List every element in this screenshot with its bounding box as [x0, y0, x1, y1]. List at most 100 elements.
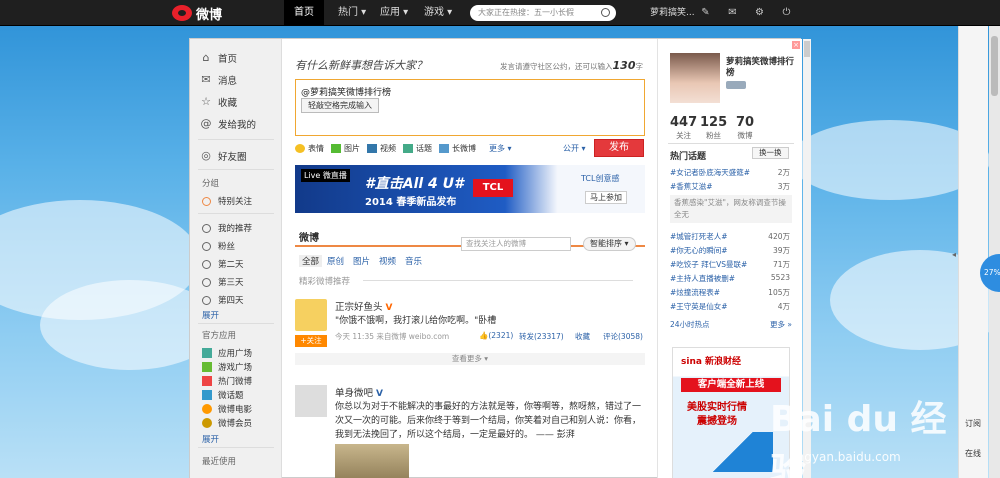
smart-sort-dropdown[interactable]: 智能排序 ▾	[583, 237, 636, 251]
group-item-day3[interactable]: 第三天	[202, 276, 244, 288]
join-button[interactable]: 马上参加	[585, 191, 627, 204]
stat-posts[interactable]: 70 微博	[736, 115, 754, 141]
search-placeholder: 大家正在热搜：五一小长假	[478, 8, 574, 17]
filter-all[interactable]: 全部	[299, 255, 323, 267]
group-item-fans[interactable]: 粉丝	[202, 240, 235, 252]
app-item-hot-weibo[interactable]: 热门微博	[202, 375, 252, 387]
expand-groups-link[interactable]: 展开	[202, 309, 219, 321]
group-item-day2[interactable]: 第二天	[202, 258, 244, 270]
topic-count: 71万	[772, 260, 790, 269]
search-icon[interactable]	[601, 8, 610, 17]
power-icon[interactable]: ⏻	[781, 7, 792, 18]
topic-item[interactable]: #王守英是仙女# 4万	[670, 301, 790, 312]
feed-tab-weibo[interactable]: 微博	[299, 229, 319, 244]
post-button[interactable]: 发布	[594, 139, 644, 157]
long-post-icon	[439, 144, 449, 153]
app-item-vip[interactable]: 微博会员	[202, 417, 252, 429]
post-image[interactable]	[335, 444, 409, 478]
stat-following[interactable]: 447 关注	[670, 115, 697, 141]
topic-name: #王守英是仙女#	[670, 302, 728, 311]
nav-hot[interactable]: 热门 ▾	[328, 0, 376, 26]
group-item-recommend[interactable]: 我的推荐	[202, 222, 252, 234]
tool-image[interactable]: 图片	[331, 143, 360, 154]
collect-button[interactable]: 收藏	[575, 331, 590, 342]
nav-home[interactable]: 首页	[284, 0, 324, 26]
avatar[interactable]	[295, 385, 327, 417]
sidebar-item-home[interactable]: ⌂ 首页	[200, 51, 238, 66]
tool-more[interactable]: 更多 ▾	[489, 143, 512, 154]
stat-fans[interactable]: 125 粉丝	[700, 115, 727, 141]
feed-search-input[interactable]: 查找关注人的微博	[461, 237, 571, 251]
refresh-topics-button[interactable]: 换一换	[752, 147, 789, 159]
group-item-special[interactable]: 特别关注	[202, 195, 252, 207]
message-icon[interactable]: ✉	[727, 7, 738, 18]
group-label: 我的推荐	[218, 224, 253, 234]
nav-games[interactable]: 游戏 ▾	[414, 0, 462, 26]
search-input[interactable]: 大家正在热搜：五一小长假	[470, 5, 616, 21]
tool-emoji[interactable]: 表情	[295, 143, 324, 154]
topic-name: #炫撞流程表#	[670, 288, 721, 297]
like-button[interactable]: 👍(2321)	[479, 331, 513, 340]
app-item-game-square[interactable]: 游戏广场	[202, 361, 252, 373]
topic-item[interactable]: #女记者卧底海天盛筵# 2万	[670, 167, 790, 178]
filter-original[interactable]: 原创	[327, 255, 344, 267]
complete-input-button[interactable]: 轻敲空格完成输入	[301, 98, 379, 113]
game-icon	[202, 362, 212, 372]
close-icon[interactable]: ×	[792, 41, 800, 49]
profile-name[interactable]: 萝莉搞笑微博排行榜	[726, 57, 796, 79]
topic-item[interactable]: #吃饺子 拜仁VS曼联# 71万	[670, 259, 790, 270]
follow-button[interactable]: +关注	[295, 335, 327, 347]
filter-images[interactable]: 图片	[353, 255, 370, 267]
topic-item[interactable]: #香蕉艾滋# 3万	[670, 181, 790, 192]
tool-topic[interactable]: 话题	[403, 143, 432, 154]
post-source[interactable]: 来自微博 weibo.com	[376, 332, 449, 341]
window-scrollbar[interactable]	[989, 26, 1000, 478]
app-item-movies[interactable]: 微博电影	[202, 403, 252, 415]
profile-avatar[interactable]	[670, 53, 720, 103]
divider	[198, 447, 274, 448]
see-more-bar[interactable]: 查看更多 ▾	[295, 353, 645, 365]
promo-banner[interactable]: Live 微直播 #直击All 4 U# 2014 春季新品发布 TCL TCL…	[295, 165, 645, 213]
edit-icon[interactable]: ✎	[700, 7, 711, 18]
section-title-recent: 最近使用	[202, 457, 237, 467]
tool-label: 长微博	[452, 144, 476, 153]
weibo-logo[interactable]: 微博	[172, 4, 223, 23]
logo-text: 微博	[196, 7, 223, 23]
compose-textarea[interactable]: @萝莉搞笑微博排行榜 轻敲空格完成输入	[295, 79, 645, 136]
post-time[interactable]: 今天 11:35	[335, 332, 374, 341]
window-scrollbar-thumb[interactable]	[991, 36, 998, 96]
tool-long-post[interactable]: 长微博	[439, 143, 476, 154]
username-link[interactable]: 萝莉搞笑...	[640, 0, 705, 26]
tool-video[interactable]: 视频	[367, 143, 396, 154]
inner-scrollbar-thumb[interactable]	[804, 41, 810, 57]
group-item-day4[interactable]: 第四天	[202, 294, 244, 306]
filter-music[interactable]: 音乐	[405, 255, 422, 267]
visibility-dropdown[interactable]: 公开 ▾	[563, 143, 586, 154]
topic-name: #主持人直播被删#	[670, 274, 736, 283]
post-text: 你总以为对于不能解决的事最好的方法就是等，你等啊等，熬呀熬，错过了一次又一次的可…	[335, 402, 642, 440]
comment-button[interactable]: 评论(3058)	[603, 331, 643, 342]
sidebar-item-messages[interactable]: ✉ 消息	[200, 73, 237, 88]
app-item-topics[interactable]: 微话题	[202, 389, 244, 401]
avatar[interactable]	[295, 299, 327, 331]
post-username[interactable]: 正宗好鱼头 V	[335, 299, 393, 313]
topic-item[interactable]: #主持人直播被删# 5523	[670, 273, 790, 284]
sidebar-item-favorites[interactable]: ☆ 收藏	[200, 95, 237, 110]
app-item-app-square[interactable]: 应用广场	[202, 347, 252, 359]
expand-apps-link[interactable]: 展开	[202, 433, 219, 445]
24h-hot-link[interactable]: 24小时热点	[670, 319, 710, 330]
movie-icon	[202, 404, 212, 414]
stat-number: 125	[700, 115, 728, 130]
topic-item[interactable]: #炫撞流程表# 105万	[670, 287, 790, 298]
topic-item[interactable]: #城管打死老人# 420万	[670, 231, 790, 242]
banner-account-link[interactable]: TCL创意感	[581, 173, 619, 184]
filter-videos[interactable]: 视频	[379, 255, 396, 267]
nav-apps[interactable]: 应用 ▾	[370, 0, 418, 26]
more-topics-link[interactable]: 更多 »	[770, 319, 792, 330]
topic-item[interactable]: #你无心的瞬间# 39万	[670, 245, 790, 256]
sidebar-item-friends-circle[interactable]: ◎ 好友圈	[200, 149, 246, 164]
sidebar-item-mentions[interactable]: @ 发给我的	[200, 117, 257, 132]
settings-icon[interactable]: ⚙	[754, 7, 765, 18]
post-username[interactable]: 单身微吧 V	[335, 385, 383, 399]
repost-button[interactable]: 转发(23317)	[519, 331, 564, 342]
